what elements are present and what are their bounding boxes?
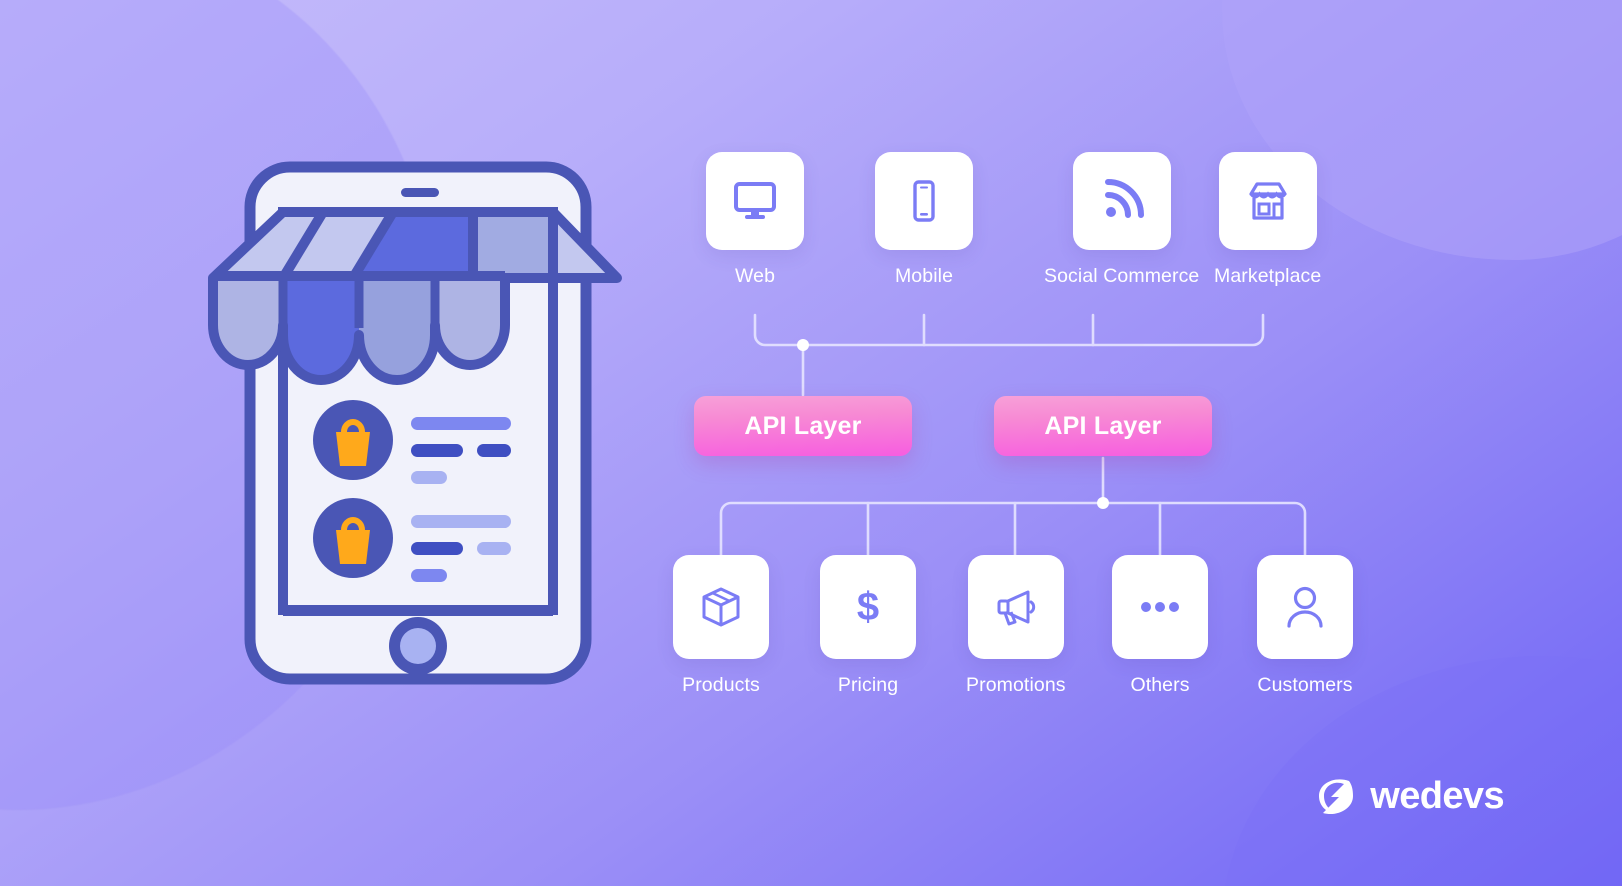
wedevs-swirl-logo-icon bbox=[1313, 774, 1357, 818]
rss-signal-icon bbox=[1104, 179, 1144, 218]
service-tile-products[interactable] bbox=[673, 555, 769, 659]
architecture-diagram: Web Mobile Social Commerce Marketplace A… bbox=[640, 130, 1430, 740]
storefront-icon bbox=[1249, 182, 1287, 220]
service-node-promotions[interactable]: Promotions bbox=[966, 555, 1066, 697]
api-layer-right-label: API Layer bbox=[1044, 411, 1162, 440]
user-person-icon bbox=[1287, 586, 1323, 628]
service-label-promotions: Promotions bbox=[966, 674, 1066, 696]
service-node-customers[interactable]: Customers bbox=[1257, 555, 1353, 697]
channel-tile-social-commerce[interactable] bbox=[1072, 152, 1171, 250]
desktop-monitor-icon bbox=[734, 182, 776, 219]
channel-tile-marketplace[interactable] bbox=[1218, 152, 1317, 250]
channel-tile-web[interactable] bbox=[706, 152, 804, 250]
screen-bottom-bar bbox=[283, 605, 553, 616]
channel-tile-mobile[interactable] bbox=[875, 152, 973, 250]
channel-node-web[interactable]: Web bbox=[706, 152, 804, 288]
channel-label-web: Web bbox=[734, 265, 776, 287]
service-label-customers: Customers bbox=[1257, 674, 1353, 696]
brand-name: wedevs bbox=[1370, 774, 1504, 817]
service-node-products[interactable]: Products bbox=[673, 555, 769, 697]
channel-label-mobile: Mobile bbox=[894, 265, 954, 287]
api-layer-left[interactable]: API Layer bbox=[694, 396, 912, 456]
service-label-pricing: Pricing bbox=[837, 674, 899, 696]
api-layer-right[interactable]: API Layer bbox=[994, 396, 1212, 456]
service-tile-others[interactable] bbox=[1112, 555, 1208, 659]
smartphone-icon bbox=[913, 180, 935, 222]
channel-node-mobile[interactable]: Mobile bbox=[875, 152, 973, 288]
channel-label-marketplace: Marketplace bbox=[1214, 265, 1322, 287]
service-node-pricing[interactable]: $ Pricing bbox=[820, 555, 916, 697]
service-label-products: Products bbox=[682, 674, 760, 696]
phone-speaker-slot bbox=[401, 188, 439, 197]
infographic-canvas: Web Mobile Social Commerce Marketplace A… bbox=[0, 0, 1622, 886]
connector-node-lower bbox=[1097, 497, 1109, 509]
service-tile-pricing[interactable]: $ bbox=[820, 555, 916, 659]
phone-home-button bbox=[389, 617, 447, 675]
mobile-storefront-illustration bbox=[205, 150, 635, 695]
megaphone-icon bbox=[997, 590, 1035, 626]
service-tile-promotions[interactable] bbox=[967, 555, 1064, 659]
dollar-sign-icon: $ bbox=[857, 585, 879, 629]
svg-text:$: $ bbox=[857, 585, 879, 629]
service-node-others[interactable]: Others bbox=[1112, 555, 1208, 697]
ellipsis-dots-icon bbox=[1141, 602, 1179, 612]
connector-node-upper bbox=[797, 339, 809, 351]
brand-lockup: wedevs bbox=[1313, 774, 1505, 818]
service-tile-customers[interactable] bbox=[1257, 555, 1353, 659]
package-box-icon bbox=[702, 587, 740, 627]
service-label-others: Others bbox=[1130, 674, 1190, 696]
channel-label-social-commerce: Social Commerce bbox=[1044, 265, 1200, 287]
api-layer-left-label: API Layer bbox=[744, 411, 862, 440]
channel-node-social-commerce[interactable]: Social Commerce bbox=[1044, 152, 1199, 288]
channel-node-marketplace[interactable]: Marketplace bbox=[1214, 152, 1321, 288]
